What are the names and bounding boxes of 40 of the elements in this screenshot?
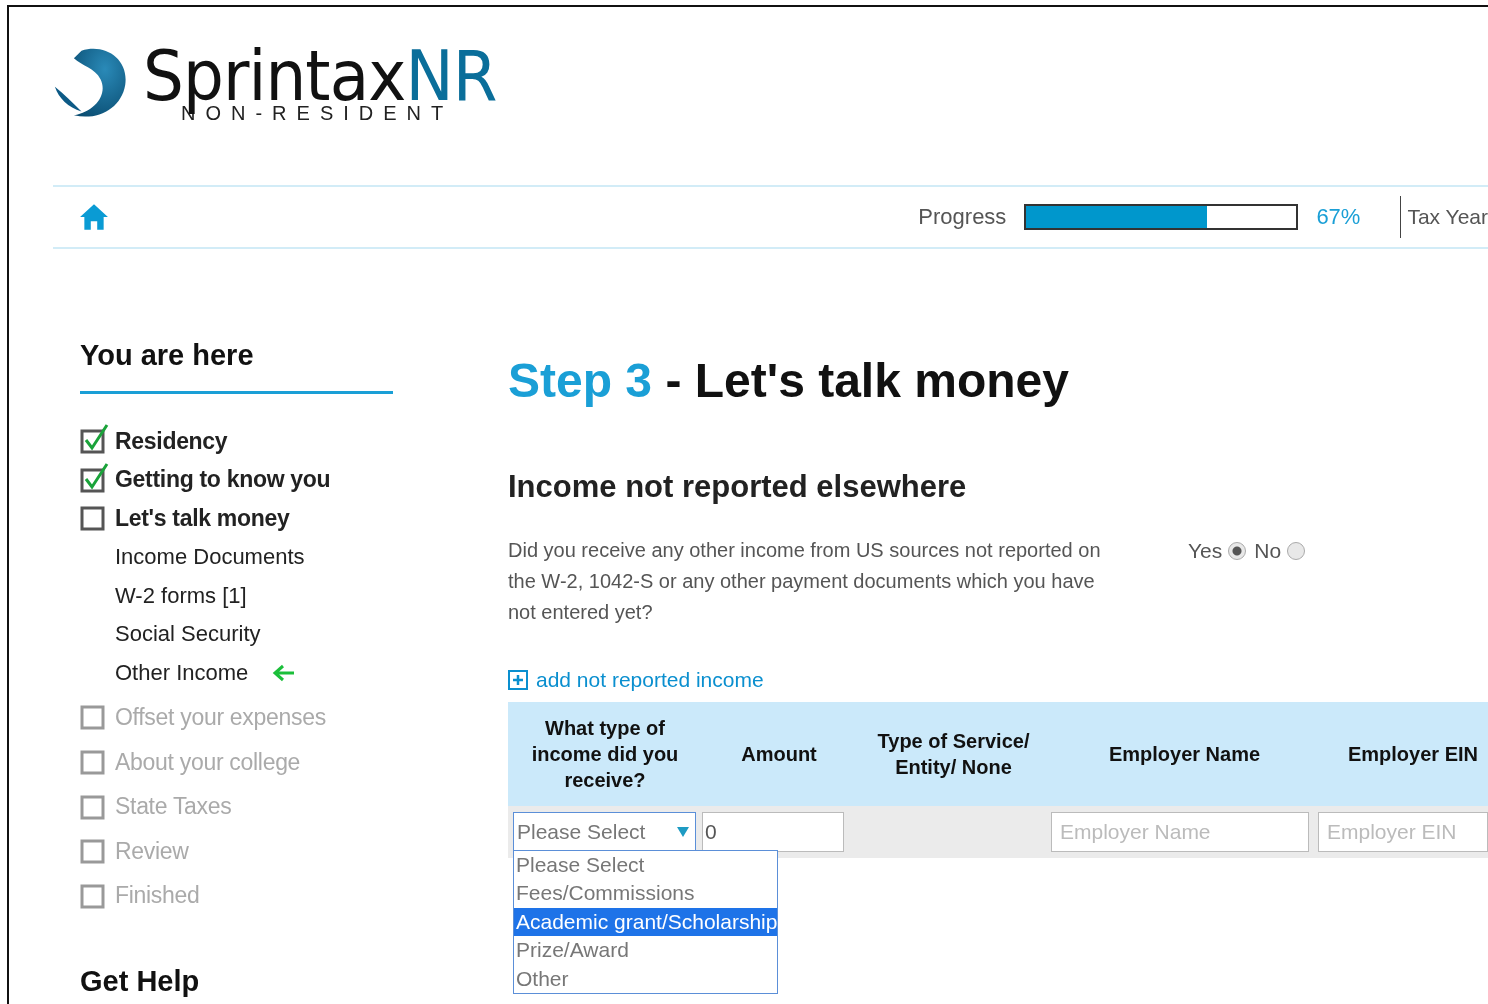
add-income-link[interactable]: add not reported income bbox=[508, 668, 764, 692]
plus-icon[interactable] bbox=[508, 670, 528, 690]
substep-link[interactable]: Other Income bbox=[115, 659, 249, 686]
step-label: Getting to know you bbox=[115, 466, 331, 494]
column-header: What type of income did you receive? bbox=[530, 716, 680, 793]
step-label: Residency bbox=[115, 427, 228, 455]
column-header: Employer Name bbox=[1107, 742, 1262, 767]
caret-icon bbox=[677, 827, 689, 837]
step-label: About your college bbox=[115, 748, 301, 776]
step-label: Let's talk money bbox=[115, 505, 290, 532]
substep-link[interactable]: Social Security bbox=[115, 621, 261, 648]
substep-link[interactable]: Income Documents bbox=[115, 544, 305, 571]
employer-ein-field[interactable]: Employer EIN bbox=[1318, 812, 1488, 852]
column-header: Amount bbox=[740, 742, 818, 767]
amount-field[interactable]: 0 bbox=[702, 812, 844, 852]
section-heading: Income not reported elsewhere bbox=[508, 468, 968, 506]
question-text: Did you receive any other income from US sources not reported on the W-2, 1042-S or any other payment documents which you have not entered yet? bbox=[508, 538, 1102, 625]
sidebar-title: You are here bbox=[80, 338, 255, 373]
income-type-dropdown[interactable]: Please Select bbox=[513, 812, 696, 852]
radio-option[interactable]: No bbox=[1254, 539, 1306, 563]
dropdown-option[interactable]: Academic grant/Scholarship bbox=[514, 907, 777, 937]
step-label: Finished bbox=[115, 882, 200, 910]
radio-option[interactable]: Yes bbox=[1188, 539, 1247, 563]
substep-link[interactable]: W-2 forms [1] bbox=[115, 582, 247, 609]
step-label: Offset your expenses bbox=[115, 703, 326, 731]
tax-year-label: Tax Year bbox=[1407, 205, 1488, 229]
dropdown-option[interactable]: Other bbox=[514, 964, 777, 994]
home-icon[interactable] bbox=[79, 202, 109, 232]
dropdown-option[interactable]: Please Select bbox=[514, 851, 777, 880]
employer-name-field[interactable]: Employer Name bbox=[1051, 812, 1309, 852]
get-help-title: Get Help bbox=[80, 964, 201, 1000]
page-heading: Step 3 - Let's talk money bbox=[508, 353, 1070, 409]
column-header: Employer EIN bbox=[1346, 742, 1479, 767]
progress-percent: 67% bbox=[1316, 204, 1361, 230]
dropdown-option[interactable]: Fees/Commissions bbox=[514, 879, 777, 908]
step-label: Review bbox=[115, 837, 189, 865]
step-label: State Taxes bbox=[115, 793, 232, 821]
progress-label: Progress bbox=[918, 204, 1007, 230]
dropdown-option[interactable]: Prize/Award bbox=[514, 936, 777, 965]
column-header: Type of Service/ Entity/ None bbox=[876, 729, 1031, 780]
